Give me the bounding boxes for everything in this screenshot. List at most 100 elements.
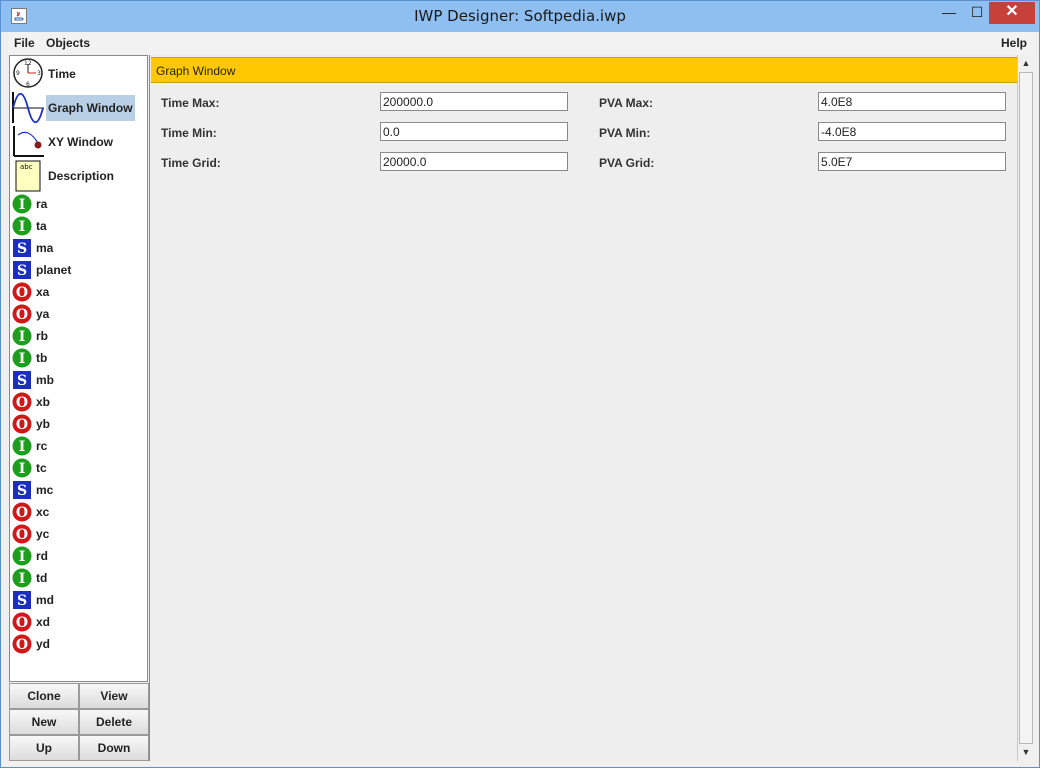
list-item-xy-window[interactable]: XY Window <box>11 125 147 158</box>
list-item-label: rc <box>36 439 48 453</box>
list-item-rd[interactable]: Ird <box>11 545 147 567</box>
view-button[interactable]: View <box>79 683 149 709</box>
list-item-rc[interactable]: Irc <box>11 435 147 457</box>
output-variable-icon: O <box>12 392 32 412</box>
down-button[interactable]: Down <box>79 735 149 761</box>
list-item-label: ta <box>36 219 47 233</box>
list-item-mb[interactable]: Smb <box>11 369 147 391</box>
list-item-label: yb <box>36 417 51 431</box>
output-variable-icon: O <box>12 502 32 522</box>
svg-text:S: S <box>17 263 27 279</box>
input-variable-icon: I <box>12 348 32 368</box>
time-grid-label: Time Grid: <box>161 156 221 170</box>
menu-bar: File Objects Help <box>8 32 1034 54</box>
object-list: 12 9 3 6 Time Graph Window XY Window abc… <box>9 55 148 682</box>
svg-text:9: 9 <box>16 70 20 77</box>
delete-button[interactable]: Delete <box>79 709 149 735</box>
scroll-thumb[interactable] <box>1019 72 1033 744</box>
menu-file[interactable]: File <box>14 36 35 50</box>
solid-object-icon: S <box>13 261 31 279</box>
pva-max-label: PVA Max: <box>599 96 654 110</box>
list-item-mc[interactable]: Smc <box>11 479 147 501</box>
scroll-down-arrow-icon[interactable]: ▼ <box>1018 744 1034 760</box>
svg-text:abc: abc <box>20 163 33 171</box>
list-item-label: Time <box>48 67 76 81</box>
time-max-input[interactable] <box>380 92 568 111</box>
output-variable-icon: O <box>12 612 32 632</box>
sine-wave-icon <box>12 92 44 124</box>
time-grid-input[interactable] <box>380 152 568 171</box>
list-item-md[interactable]: Smd <box>11 589 147 611</box>
svg-text:I: I <box>19 461 26 477</box>
svg-text:O: O <box>16 505 28 521</box>
list-item-ya[interactable]: Oya <box>11 303 147 325</box>
up-button[interactable]: Up <box>9 735 79 761</box>
input-variable-icon: I <box>12 194 32 214</box>
time-min-input[interactable] <box>380 122 568 141</box>
svg-text:I: I <box>19 219 26 235</box>
list-item-label: rb <box>36 329 48 343</box>
svg-text:O: O <box>16 395 28 411</box>
list-item-label: xd <box>36 615 51 629</box>
list-item-label: td <box>36 571 48 585</box>
list-item-yc[interactable]: Oyc <box>11 523 147 545</box>
list-item-ma[interactable]: Sma <box>11 237 147 259</box>
svg-text:I: I <box>19 197 26 213</box>
output-variable-icon: O <box>12 524 32 544</box>
maximize-button[interactable]: ☐ <box>963 2 991 24</box>
input-variable-icon: I <box>12 458 32 478</box>
scroll-up-arrow-icon[interactable]: ▲ <box>1018 55 1034 71</box>
input-variable-icon: I <box>12 326 32 346</box>
list-item-ra[interactable]: Ira <box>11 193 147 215</box>
list-item-xc[interactable]: Oxc <box>11 501 147 523</box>
list-item-label: Description <box>48 169 115 183</box>
input-variable-icon: I <box>12 568 32 588</box>
solid-object-icon: S <box>13 371 31 389</box>
vertical-scrollbar[interactable]: ▲ ▼ <box>1017 55 1034 761</box>
output-variable-icon: O <box>12 282 32 302</box>
output-variable-icon: O <box>12 304 32 324</box>
input-variable-icon: I <box>12 216 32 236</box>
list-item-planet[interactable]: Splanet <box>11 259 147 281</box>
list-item-ta[interactable]: Ita <box>11 215 147 237</box>
time-min-label: Time Min: <box>161 126 217 140</box>
list-item-yd[interactable]: Oyd <box>11 633 147 655</box>
pva-max-input[interactable] <box>818 92 1006 111</box>
list-item-label: ma <box>36 241 54 255</box>
solid-object-icon: S <box>13 239 31 257</box>
close-button[interactable]: ✕ <box>989 2 1035 24</box>
panel-header: Graph Window <box>151 57 1017 83</box>
clone-button[interactable]: Clone <box>9 683 79 709</box>
list-item-label: yc <box>36 527 50 541</box>
input-variable-icon: I <box>12 546 32 566</box>
new-button[interactable]: New <box>9 709 79 735</box>
list-item-rb[interactable]: Irb <box>11 325 147 347</box>
time-max-label: Time Max: <box>161 96 220 110</box>
list-item-xb[interactable]: Oxb <box>11 391 147 413</box>
pva-min-input[interactable] <box>818 122 1006 141</box>
list-item-time[interactable]: 12 9 3 6 Time <box>11 57 147 90</box>
list-item-td[interactable]: Itd <box>11 567 147 589</box>
list-item-xa[interactable]: Oxa <box>11 281 147 303</box>
list-item-graph-window[interactable]: Graph Window <box>11 91 147 124</box>
menu-objects[interactable]: Objects <box>46 36 90 50</box>
list-item-description[interactable]: abc Description <box>11 159 147 192</box>
output-variable-icon: O <box>12 414 32 434</box>
menu-help[interactable]: Help <box>1001 36 1027 50</box>
svg-text:S: S <box>17 373 27 389</box>
list-item-xd[interactable]: Oxd <box>11 611 147 633</box>
output-variable-icon: O <box>12 634 32 654</box>
list-item-tc[interactable]: Itc <box>11 457 147 479</box>
svg-text:I: I <box>19 439 26 455</box>
list-item-yb[interactable]: Oyb <box>11 413 147 435</box>
list-item-label: XY Window <box>48 135 114 149</box>
list-item-tb[interactable]: Itb <box>11 347 147 369</box>
clock-icon: 12 9 3 6 <box>13 58 43 88</box>
svg-text:3: 3 <box>37 70 41 77</box>
title-bar[interactable]: IWP Designer: Softpedia.iwp — ☐ ✕ <box>1 1 1039 32</box>
svg-text:S: S <box>17 593 27 609</box>
svg-text:I: I <box>19 329 26 345</box>
minimize-button[interactable]: — <box>935 2 963 24</box>
pva-grid-input[interactable] <box>818 152 1006 171</box>
app-window: IWP Designer: Softpedia.iwp — ☐ ✕ File O… <box>0 0 1040 768</box>
